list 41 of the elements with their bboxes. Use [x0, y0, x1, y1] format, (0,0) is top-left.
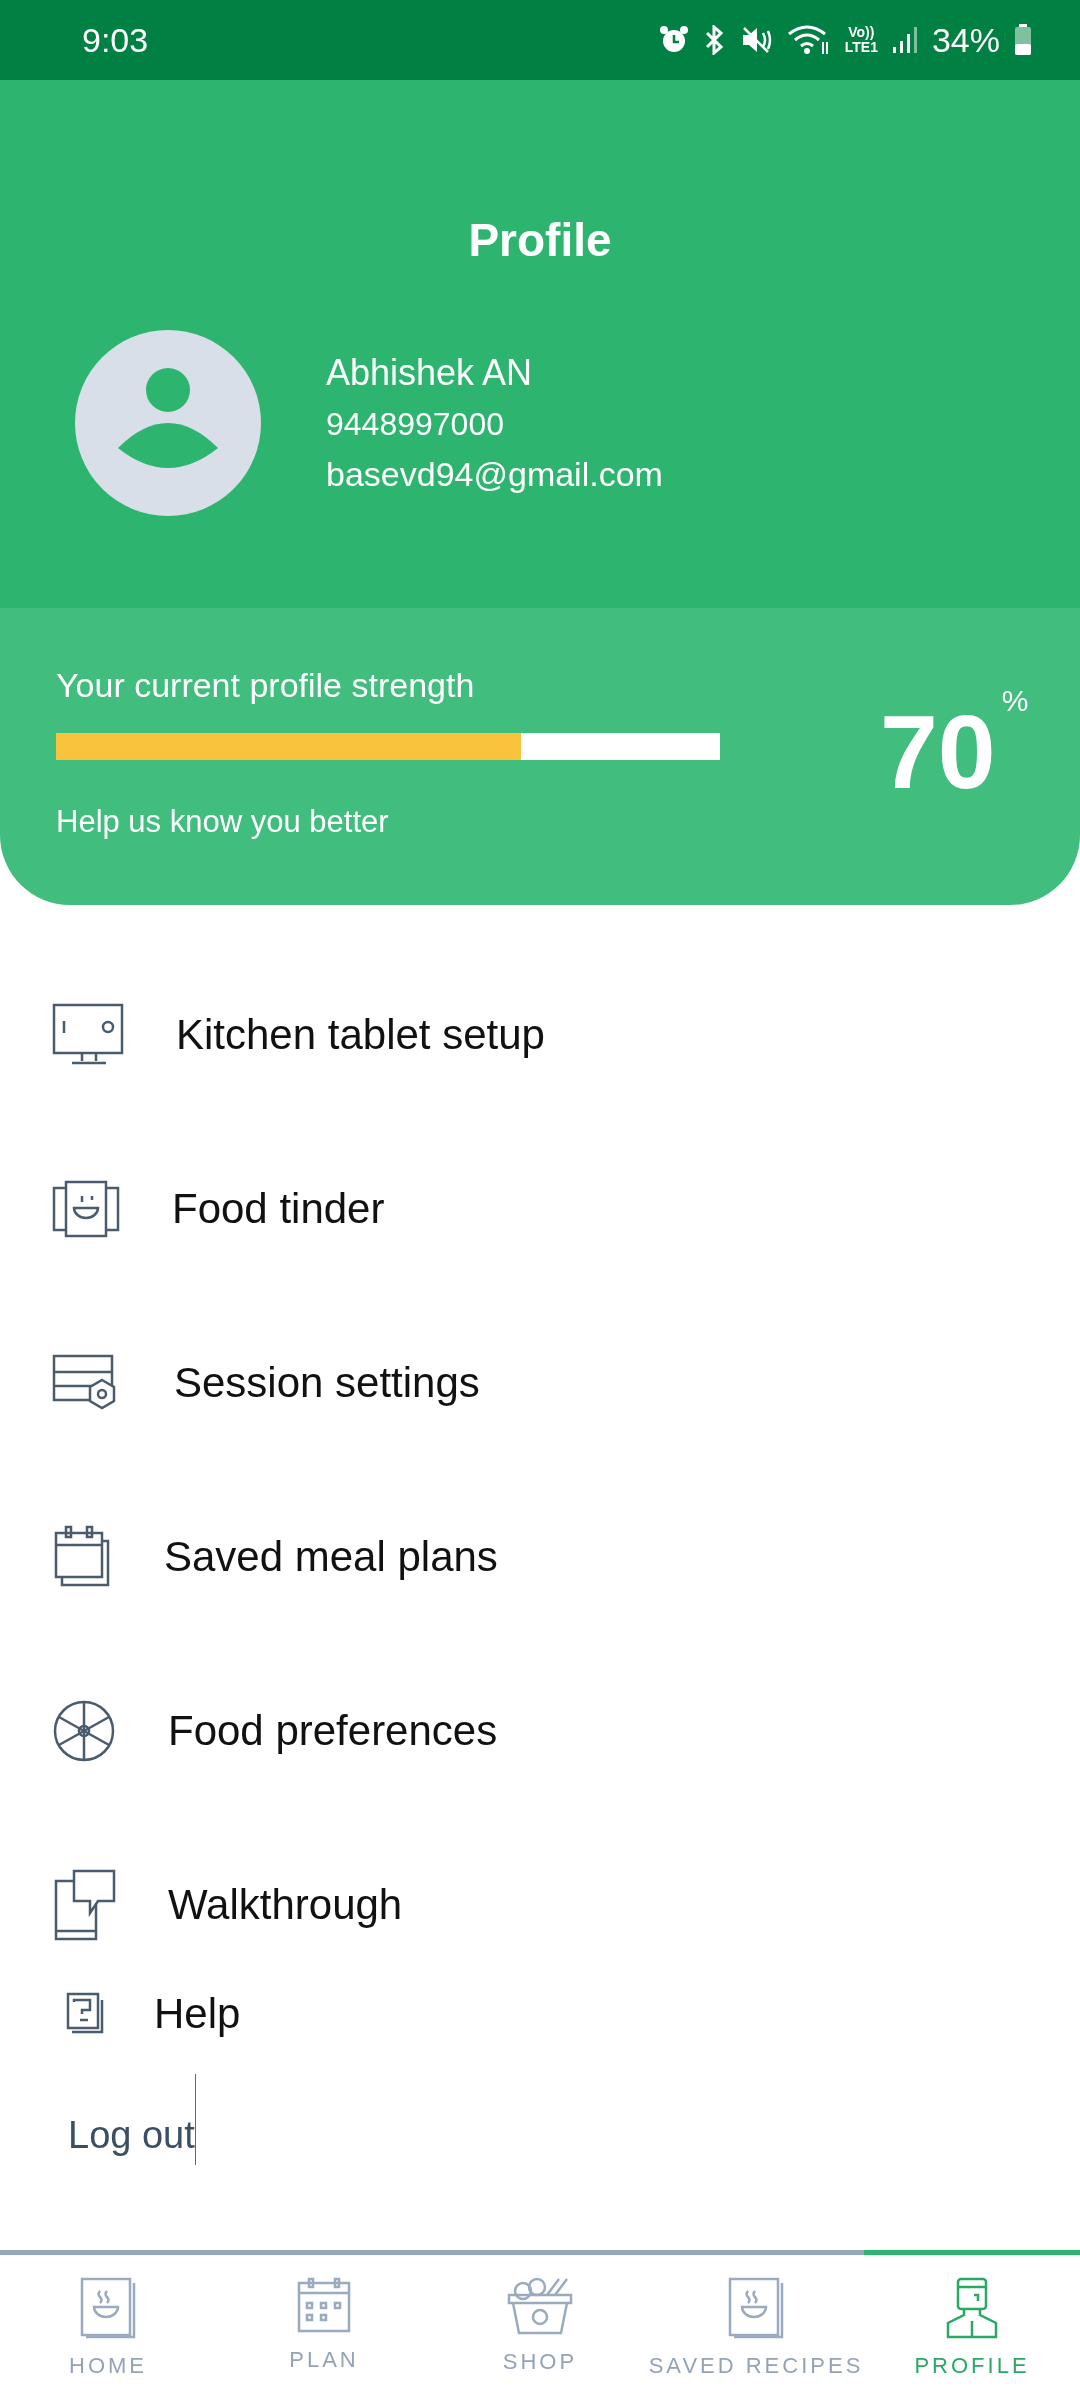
strength-label: Your current profile strength — [56, 666, 476, 705]
menu-label: Saved meal plans — [164, 1533, 498, 1581]
recipe-book-icon — [80, 2277, 136, 2339]
person-icon — [944, 2277, 1000, 2339]
menu-item[interactable]: Food preferences — [0, 1644, 1080, 1818]
wifi-icon — [786, 24, 831, 56]
alarm-icon — [658, 25, 689, 55]
phone-speech-icon — [52, 1869, 116, 1941]
percent-sign: % — [1001, 684, 1029, 718]
calendar-icon — [52, 1525, 112, 1589]
monitor-icon — [52, 1003, 124, 1067]
menu-item[interactable]: Session settings — [0, 1296, 1080, 1470]
strength-value: 70 — [880, 700, 996, 804]
calendar-icon — [297, 2277, 351, 2333]
logout-link[interactable]: Log out — [68, 2073, 196, 2165]
menu-item[interactable]: Food tinder — [0, 1122, 1080, 1296]
recipe-book-icon — [728, 2277, 784, 2339]
battery-icon — [1014, 24, 1032, 56]
menu-label: Session settings — [174, 1359, 480, 1407]
user-phone: 9448997000 — [326, 406, 505, 443]
status-time: 9:03 — [82, 20, 149, 60]
basket-icon — [507, 2277, 573, 2335]
volte-label: Vo)) — [848, 25, 875, 40]
menu-item[interactable]: Saved meal plans — [0, 1470, 1080, 1644]
help-document-icon — [66, 1992, 106, 2036]
menu-label: Kitchen tablet setup — [176, 1011, 545, 1059]
muted-speaker-icon — [740, 25, 773, 55]
battery-percent: 34% — [931, 20, 1000, 60]
menu-item[interactable]: Kitchen tablet setup — [0, 948, 1080, 1122]
avatar-icon — [75, 330, 261, 516]
user-email: basevd94@gmail.com — [326, 455, 663, 494]
menu-label: Walkthrough — [168, 1881, 403, 1929]
page-title: Profile — [467, 213, 613, 268]
lte-label: LTE1 — [844, 40, 878, 55]
smiley-card-icon — [52, 1180, 120, 1238]
signal-icon — [891, 25, 918, 55]
user-name: Abhishek AN — [326, 352, 534, 394]
menu-label: Food tinder — [172, 1185, 385, 1233]
menu-label: Food preferences — [168, 1707, 498, 1755]
wheel-icon — [52, 1699, 116, 1763]
menu-label: Help — [154, 1990, 241, 2038]
